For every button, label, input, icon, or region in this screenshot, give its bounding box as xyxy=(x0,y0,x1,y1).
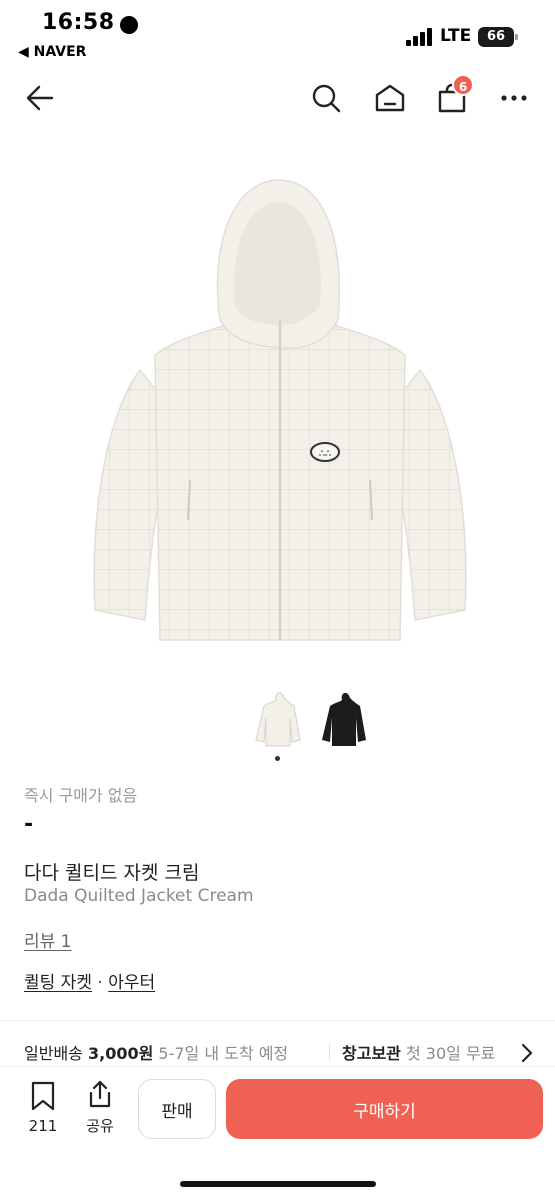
share-label: 공유 xyxy=(86,1117,114,1135)
home-button[interactable] xyxy=(370,78,410,118)
chevron-right-icon[interactable] xyxy=(520,1043,534,1063)
search-icon xyxy=(312,84,341,113)
search-button[interactable] xyxy=(306,78,346,118)
warehouse-storage-option[interactable]: 창고보관 첫 30일 무료 xyxy=(342,1040,495,1064)
carousel-indicator-dot xyxy=(275,756,280,761)
buy-button[interactable]: 구매하기 xyxy=(226,1079,543,1139)
arrow-left-icon xyxy=(26,85,54,111)
top-nav-bar: 6 xyxy=(0,70,555,126)
back-to-app-link[interactable]: ◀ NAVER xyxy=(18,44,86,60)
sell-button[interactable]: 판매 xyxy=(138,1079,216,1139)
category-breadcrumb: 퀼팅 자켓 · 아우터 xyxy=(24,968,155,993)
shipping-eta: 5-7일 내 도착 예정 xyxy=(158,1044,289,1063)
category-link-outer[interactable]: 아우터 xyxy=(108,973,155,993)
storage-desc: 첫 30일 무료 xyxy=(405,1044,496,1063)
cart-count-badge: 6 xyxy=(452,74,474,96)
category-separator: · xyxy=(97,973,103,993)
back-button[interactable] xyxy=(20,78,60,118)
shipping-row[interactable]: 일반배송 3,000원 5-7일 내 도착 예정 창고보관 첫 30일 무료 xyxy=(24,1040,544,1066)
product-name-korean: 다다 퀼티드 자켓 크림 xyxy=(24,862,200,884)
price-value: - xyxy=(24,812,34,837)
product-name-english: Dada Quilted Jacket Cream xyxy=(24,886,254,906)
network-type: LTE xyxy=(440,26,472,46)
home-icon xyxy=(375,84,405,112)
status-time: 16:58 xyxy=(42,10,115,35)
share-icon xyxy=(89,1080,111,1108)
thumbnail-cream[interactable] xyxy=(250,690,306,750)
battery-icon: 66 xyxy=(478,27,518,47)
instant-buy-status: 즉시 구매가 없음 xyxy=(24,786,138,805)
more-options-button[interactable] xyxy=(494,78,534,118)
image-thumbnails xyxy=(0,690,555,760)
shipping-divider xyxy=(329,1044,330,1060)
status-bar: 16:58 ◀ NAVER LTE 66 xyxy=(0,0,555,66)
share-button[interactable]: 공유 xyxy=(80,1079,120,1136)
cart-button[interactable]: 6 xyxy=(432,74,474,118)
svg-text:ஃஃ: ஃஃ xyxy=(319,449,332,458)
shipping-fee: 3,000원 xyxy=(87,1044,154,1063)
signal-icon xyxy=(406,28,434,46)
shipping-type: 일반배송 xyxy=(24,1044,83,1063)
bookmark-icon xyxy=(31,1081,55,1111)
product-main-image[interactable]: ஃஃ xyxy=(70,170,490,650)
category-link-quilted-jacket[interactable]: 퀼팅 자켓 xyxy=(24,973,92,993)
review-link[interactable]: 리뷰 1 xyxy=(24,927,72,952)
home-indicator[interactable] xyxy=(180,1181,376,1187)
thumbnail-black[interactable] xyxy=(316,690,372,750)
more-dots-icon xyxy=(501,95,527,101)
storage-title: 창고보관 xyxy=(342,1044,401,1063)
bookmark-count: 211 xyxy=(28,1117,58,1135)
recording-dot-icon xyxy=(120,16,138,34)
bookmark-button[interactable]: 211 xyxy=(22,1081,64,1135)
bottom-action-bar: 211 공유 판매 구매하기 xyxy=(0,1066,555,1200)
section-divider xyxy=(0,1020,555,1021)
